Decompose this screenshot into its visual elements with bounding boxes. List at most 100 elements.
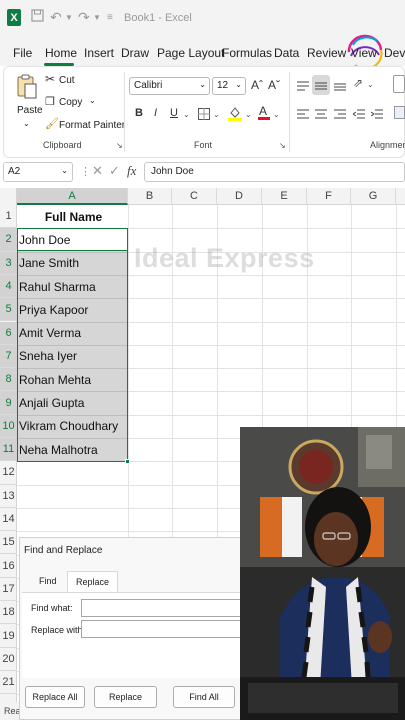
wrap-text-icon[interactable]: [393, 75, 405, 93]
fill-handle[interactable]: [125, 459, 130, 464]
formula-input[interactable]: John Doe: [144, 162, 405, 182]
borders-icon[interactable]: [198, 107, 210, 125]
menu-formulas[interactable]: Formulas: [222, 46, 272, 60]
orientation-dropdown-icon[interactable]: ⌄: [367, 80, 374, 89]
fill-color-dropdown-icon[interactable]: ⌄: [245, 110, 252, 119]
format-painter-button[interactable]: Format Painter: [59, 120, 125, 131]
table-cell[interactable]: Amit Verma: [17, 322, 128, 345]
column-header-c[interactable]: C: [172, 188, 217, 205]
row-header[interactable]: 5: [0, 298, 17, 322]
menu-view[interactable]: View: [351, 46, 377, 60]
replace-all-button[interactable]: Replace All: [25, 686, 85, 708]
cut-button[interactable]: Cut: [59, 75, 75, 86]
underline-button[interactable]: U: [170, 107, 178, 119]
align-bottom-icon[interactable]: [334, 79, 346, 97]
fill-color-icon[interactable]: [228, 105, 242, 126]
row-header[interactable]: 18: [0, 601, 17, 625]
name-box-dropdown-icon[interactable]: ⌄: [61, 166, 68, 175]
tab-replace[interactable]: Replace: [67, 571, 119, 593]
row-header[interactable]: 19: [0, 624, 17, 648]
row-header[interactable]: 3: [0, 251, 17, 275]
name-box[interactable]: A2 ⌄: [3, 162, 73, 182]
menu-draw[interactable]: Draw: [121, 46, 149, 60]
bold-button[interactable]: B: [135, 107, 143, 119]
row-header[interactable]: 12: [0, 461, 17, 485]
paste-dropdown-icon[interactable]: ⌄: [23, 119, 30, 128]
paste-button[interactable]: Paste: [17, 105, 43, 116]
column-header-f[interactable]: F: [307, 188, 351, 205]
increase-font-icon[interactable]: Aˆ: [251, 78, 263, 92]
font-size-combo[interactable]: 12 ⌄: [212, 77, 246, 95]
copy-icon[interactable]: ❐: [45, 95, 55, 108]
align-middle-icon[interactable]: [315, 79, 327, 97]
insert-function-icon[interactable]: fx: [127, 163, 136, 179]
header-cell[interactable]: Full Name: [17, 205, 128, 228]
table-cell[interactable]: John Doe: [17, 228, 128, 251]
row-header[interactable]: 16: [0, 555, 17, 578]
menu-insert[interactable]: Insert: [84, 46, 114, 60]
menu-page-layout[interactable]: Page Layout: [157, 46, 224, 60]
select-all-button[interactable]: [0, 188, 17, 205]
font-launcher-icon[interactable]: ↘: [279, 141, 286, 150]
column-header-e[interactable]: E: [262, 188, 307, 205]
column-header-b[interactable]: B: [128, 188, 172, 205]
font-color-dropdown-icon[interactable]: ⌄: [273, 110, 280, 119]
replace-button[interactable]: Replace: [94, 686, 157, 708]
table-cell[interactable]: Priya Kapoor: [17, 298, 128, 321]
table-cell[interactable]: Jane Smith: [17, 252, 128, 275]
decrease-indent-icon[interactable]: [352, 107, 365, 125]
tab-find[interactable]: Find: [31, 571, 65, 593]
find-all-button[interactable]: Find All: [173, 686, 235, 708]
row-header[interactable]: 4: [0, 274, 17, 299]
increase-indent-icon[interactable]: [370, 107, 383, 125]
table-cell[interactable]: Neha Malhotra: [17, 438, 128, 461]
align-left-icon[interactable]: [297, 107, 309, 125]
row-header[interactable]: 9: [0, 391, 17, 415]
font-color-icon[interactable]: A: [258, 104, 270, 126]
row-header[interactable]: 2: [0, 228, 17, 252]
paste-icon[interactable]: [16, 74, 38, 105]
save-icon[interactable]: [31, 9, 44, 25]
underline-dropdown-icon[interactable]: ⌄: [183, 110, 190, 119]
formula-options-icon[interactable]: ⋮: [80, 165, 91, 178]
row-header[interactable]: 1: [0, 205, 17, 229]
merge-center-icon[interactable]: [394, 106, 405, 119]
borders-dropdown-icon[interactable]: ⌄: [213, 110, 220, 119]
row-header[interactable]: 6: [0, 321, 17, 345]
row-header[interactable]: 17: [0, 578, 17, 602]
align-center-icon[interactable]: [315, 107, 327, 125]
row-header[interactable]: 15: [0, 531, 17, 555]
menu-review[interactable]: Review: [307, 46, 346, 60]
customize-toolbar-icon[interactable]: ≡: [107, 12, 113, 23]
menu-data[interactable]: Data: [274, 46, 299, 60]
row-header[interactable]: 21: [0, 671, 17, 695]
row-header[interactable]: 11: [0, 438, 17, 462]
table-cell[interactable]: Vikram Choudhary: [17, 415, 128, 438]
orientation-icon[interactable]: ⇗: [353, 76, 363, 90]
undo-icon[interactable]: ↶: [50, 9, 62, 26]
enter-icon[interactable]: ✓: [109, 163, 120, 179]
align-right-icon[interactable]: [334, 107, 346, 125]
redo-icon[interactable]: ↷: [78, 9, 90, 26]
copy-button[interactable]: Copy: [59, 97, 82, 108]
italic-button[interactable]: I: [154, 107, 157, 119]
menu-home[interactable]: Home: [45, 46, 77, 60]
column-header-a[interactable]: A: [17, 188, 128, 205]
row-header[interactable]: 8: [0, 368, 17, 392]
clipboard-launcher-icon[interactable]: ↘: [116, 141, 123, 150]
table-cell[interactable]: Sneha Iyer: [17, 345, 128, 368]
row-header[interactable]: 13: [0, 485, 17, 508]
undo-dropdown-icon[interactable]: ▼: [65, 13, 73, 22]
table-cell[interactable]: Anjali Gupta: [17, 391, 128, 414]
cancel-icon[interactable]: ✕: [92, 163, 103, 179]
copy-dropdown-icon[interactable]: ⌄: [89, 96, 96, 105]
row-header[interactable]: 10: [0, 414, 17, 438]
align-top-icon[interactable]: [297, 79, 309, 97]
format-painter-icon[interactable]: 🖌: [45, 117, 59, 130]
decrease-font-icon[interactable]: Aˇ: [268, 78, 280, 92]
menu-developer[interactable]: Deve: [384, 46, 405, 60]
redo-dropdown-icon[interactable]: ▼: [93, 13, 101, 22]
font-name-dropdown-icon[interactable]: ⌄: [199, 80, 206, 89]
row-header[interactable]: 14: [0, 508, 17, 532]
find-what-input[interactable]: [81, 599, 241, 617]
